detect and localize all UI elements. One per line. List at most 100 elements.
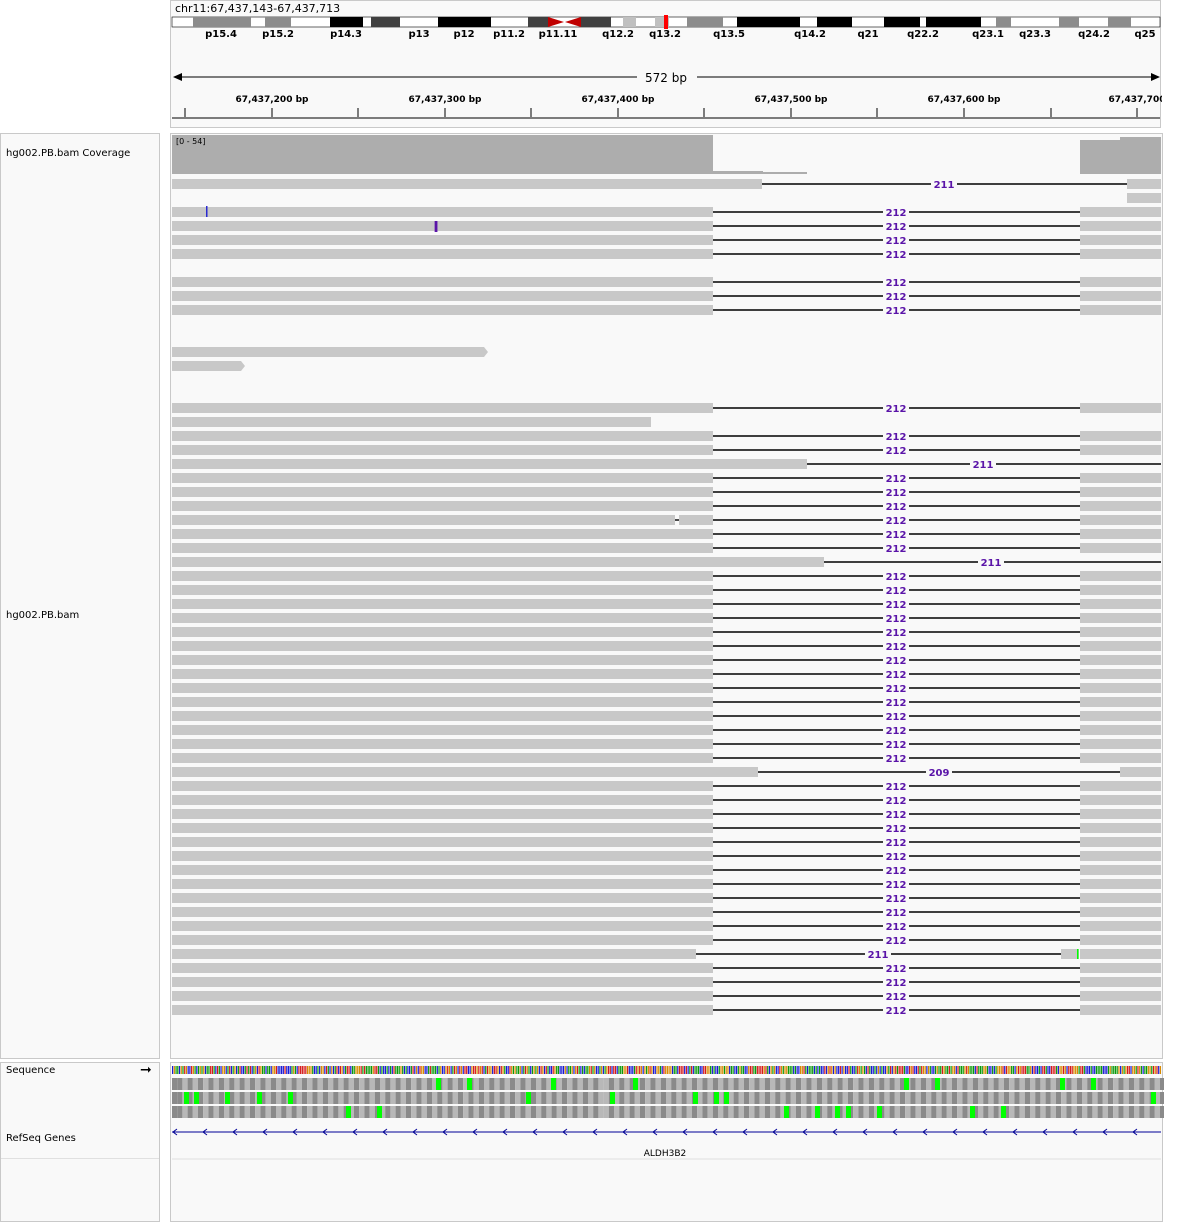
codon — [775, 1106, 781, 1118]
sequence-base — [540, 1066, 542, 1074]
band-label: p13 — [408, 29, 429, 40]
chromosome-ideogram[interactable]: p15.4 p15.2 p14.3 p13 p12 p11.2 p11.11 q12.2 q13… — [171, 1, 1162, 129]
sequence-base — [1080, 1066, 1082, 1074]
codon — [993, 1078, 999, 1090]
sequence-base — [696, 1066, 698, 1074]
codon — [494, 1092, 500, 1104]
alignment-canvas[interactable]: [0 - 54] 211 212 212 212 212 212 212 212 212 212 2… — [171, 134, 1164, 1060]
codon — [468, 1092, 474, 1104]
sequence-base — [1116, 1066, 1118, 1074]
codon — [322, 1106, 328, 1118]
sequence-base — [607, 1066, 610, 1074]
read-exon-right — [1080, 403, 1161, 413]
sequence-base — [787, 1066, 790, 1074]
sequence-base — [621, 1066, 623, 1074]
codon — [738, 1106, 744, 1118]
codon — [1076, 1092, 1082, 1104]
sequence-base — [606, 1066, 608, 1074]
gene-track-name[interactable]: RefSeq Genes — [6, 1133, 76, 1144]
codon — [822, 1106, 828, 1118]
codon — [348, 1092, 354, 1104]
codon — [1009, 1078, 1015, 1090]
junction-count-label: 212 — [886, 600, 907, 611]
coverage-track-name[interactable]: hg002.PB.bam Coverage — [6, 148, 130, 159]
read-exon-right — [1080, 697, 1161, 707]
sequence-base — [327, 1066, 329, 1074]
codon — [510, 1092, 516, 1104]
codon — [567, 1092, 573, 1104]
codon — [1160, 1106, 1164, 1118]
sequence-base — [1133, 1066, 1136, 1074]
codon — [702, 1092, 708, 1104]
sequence-base — [1007, 1066, 1009, 1074]
feature-data-panel[interactable]: ALDH3B2 — [170, 1062, 1164, 1223]
read-exon-right — [1080, 963, 1161, 973]
codon — [764, 1092, 770, 1104]
read-exon-right — [1080, 921, 1161, 931]
sequence-bases — [172, 1066, 1162, 1074]
sequence-base — [734, 1066, 736, 1074]
alignment-track-name[interactable]: hg002.PB.bam — [6, 610, 79, 621]
codon — [270, 1092, 276, 1104]
junction-count-label: 212 — [886, 236, 907, 247]
junction-count-label: 212 — [886, 964, 907, 975]
ruler-tick-label: 67,437,700 — [1109, 95, 1162, 105]
codon — [411, 1106, 417, 1118]
sequence-base — [737, 1066, 739, 1074]
codon — [1139, 1106, 1145, 1118]
feature-canvas[interactable]: ALDH3B2 — [171, 1063, 1164, 1223]
sequence-base — [490, 1066, 492, 1074]
codon — [806, 1092, 812, 1104]
sequence-base — [678, 1066, 681, 1074]
start-codon — [346, 1106, 351, 1118]
codon — [1050, 1092, 1056, 1104]
sequence-base — [1088, 1066, 1091, 1074]
strand-arrow-icon[interactable]: ➞ — [140, 1062, 152, 1078]
codon — [650, 1106, 656, 1118]
sequence-base — [550, 1066, 553, 1074]
start-codon — [904, 1078, 909, 1090]
codon — [281, 1078, 287, 1090]
junction-count-label: 212 — [886, 614, 907, 625]
read — [1120, 767, 1161, 777]
codon — [593, 1078, 599, 1090]
sequence-base — [862, 1066, 864, 1074]
codon — [988, 1106, 994, 1118]
sequence-base — [682, 1066, 684, 1074]
sequence-base — [796, 1066, 798, 1074]
sequence-base — [964, 1066, 966, 1074]
codon — [416, 1106, 422, 1118]
sequence-base — [659, 1066, 662, 1074]
codon — [291, 1106, 297, 1118]
codon — [577, 1092, 583, 1104]
codon — [437, 1092, 443, 1104]
read — [172, 179, 762, 189]
read-exon-left — [172, 305, 713, 315]
sequence-base — [372, 1066, 374, 1074]
junction-count-label: 212 — [886, 488, 907, 499]
sequence-base — [955, 1066, 957, 1074]
sequence-base — [729, 1066, 731, 1074]
codon — [504, 1106, 510, 1118]
sequence-base — [874, 1066, 876, 1074]
sequence-base — [182, 1066, 184, 1074]
sequence-base — [440, 1066, 442, 1074]
codon — [905, 1106, 911, 1118]
band-label: p11.2 — [493, 29, 525, 40]
sequence-track-name[interactable]: Sequence — [6, 1065, 55, 1076]
alignment-data-panel[interactable]: [0 - 54] 211 212 212 212 212 212 212 212 212 212 2… — [170, 133, 1163, 1059]
sequence-base — [919, 1066, 921, 1074]
sequence-base — [684, 1066, 686, 1074]
codon — [816, 1078, 822, 1090]
junction-count-label: 212 — [886, 712, 907, 723]
sequence-base — [1113, 1066, 1115, 1074]
codon — [988, 1092, 994, 1104]
sequence-base — [914, 1066, 916, 1074]
codon — [546, 1092, 552, 1104]
sequence-base — [824, 1066, 826, 1074]
sequence-base — [651, 1066, 653, 1074]
codon — [447, 1106, 453, 1118]
sequence-base — [386, 1066, 388, 1074]
codon — [172, 1092, 178, 1104]
codon — [733, 1092, 739, 1104]
